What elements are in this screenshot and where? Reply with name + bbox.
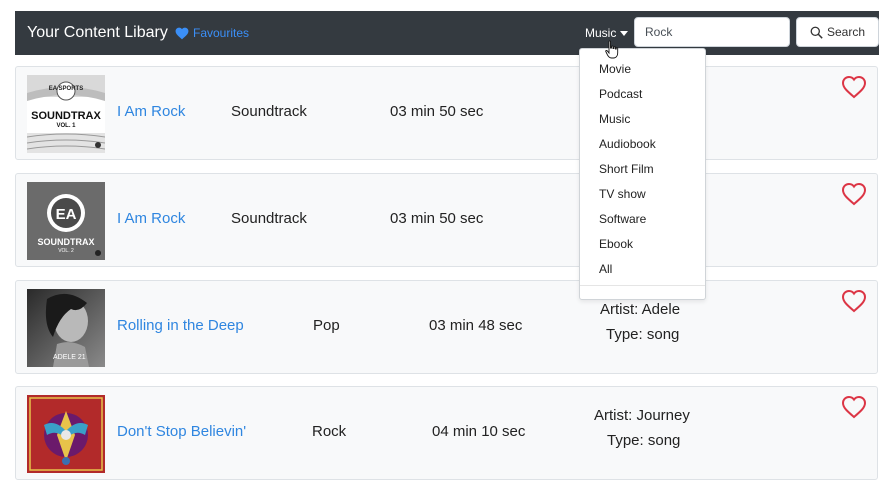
dropdown-item-short-film[interactable]: Short Film: [599, 162, 654, 176]
album-art-adele-21: ADELE 21: [27, 289, 105, 367]
album-art-journey: [27, 395, 105, 473]
dropdown-item-music[interactable]: Music: [599, 112, 630, 126]
content-card-2: EA SOUNDTRAX VOL. 2 I Am Rock Soundtrack…: [15, 173, 878, 267]
heart-outline-icon[interactable]: [841, 395, 867, 419]
content-card-1: EA SPORTS SOUNDTRAX VOL. 1 I Am Rock Sou…: [15, 66, 878, 160]
heart-outline-icon[interactable]: [841, 75, 867, 99]
heart-outline-icon[interactable]: [841, 289, 867, 313]
svg-text:SOUNDTRAX: SOUNDTRAX: [37, 237, 94, 247]
card-title[interactable]: Rolling in the Deep: [117, 317, 244, 334]
card-duration: 04 min 10 sec: [432, 423, 526, 440]
dropdown-item-tv-show[interactable]: TV show: [599, 187, 646, 201]
card-duration: 03 min 50 sec: [390, 103, 484, 120]
card-title[interactable]: I Am Rock: [117, 103, 185, 120]
card-duration: 03 min 48 sec: [429, 317, 523, 334]
category-dropdown-toggle[interactable]: Music: [585, 26, 629, 40]
card-genre: Rock: [312, 423, 347, 440]
content-card-3: ADELE 21 Rolling in the Deep Pop 03 min …: [15, 280, 878, 374]
category-label: Music: [585, 26, 617, 40]
svg-text:EA: EA: [56, 206, 77, 223]
dropdown-item-podcast[interactable]: Podcast: [599, 87, 642, 101]
album-art-soundtrax-vol1: EA SPORTS SOUNDTRAX VOL. 1: [27, 75, 105, 153]
card-genre: Pop: [313, 317, 340, 334]
card-duration: 03 min 50 sec: [390, 210, 484, 227]
svg-text:EA SPORTS: EA SPORTS: [49, 86, 83, 92]
search-icon: [810, 26, 823, 39]
svg-text:SOUNDTRAX: SOUNDTRAX: [31, 110, 101, 122]
dropdown-item-ebook[interactable]: Ebook: [599, 237, 633, 251]
card-type: Type: song: [606, 326, 680, 343]
card-title[interactable]: I Am Rock: [117, 210, 185, 227]
dropdown-item-software[interactable]: Software: [599, 212, 646, 226]
content-card-4: Don't Stop Believin' Rock 04 min 10 sec …: [15, 386, 878, 480]
album-art-soundtrax-vol2: EA SOUNDTRAX VOL. 2: [27, 182, 105, 260]
favourites-label: Favourites: [193, 26, 250, 40]
search-button-label: Search: [826, 25, 866, 39]
svg-text:VOL. 1: VOL. 1: [56, 123, 76, 129]
navbar: Your Content Libary Favourites Music Sea…: [15, 11, 879, 55]
caret-down-icon: [620, 30, 629, 36]
card-type: Type: song: [607, 432, 681, 449]
dropdown-item-movie[interactable]: Movie: [599, 62, 631, 76]
card-genre: Soundtrack: [231, 103, 307, 120]
card-genre: Soundtrack: [231, 210, 307, 227]
category-dropdown-menu: Movie Podcast Music Audiobook Short Film…: [579, 48, 706, 300]
dropdown-divider: [580, 285, 705, 286]
svg-text:ADELE 21: ADELE 21: [53, 354, 86, 361]
card-title[interactable]: Don't Stop Believin': [117, 423, 246, 440]
card-artist: Artist: Journey: [594, 407, 690, 424]
brand-title[interactable]: Your Content Libary: [27, 24, 168, 42]
heart-outline-icon[interactable]: [841, 182, 867, 206]
search-input[interactable]: [634, 17, 790, 47]
dropdown-item-audiobook[interactable]: Audiobook: [599, 137, 656, 151]
card-artist: Artist: Adele: [600, 301, 681, 318]
heart-filled-icon: [175, 27, 189, 39]
svg-text:VOL. 2: VOL. 2: [58, 248, 74, 254]
favourites-link[interactable]: Favourites: [175, 26, 249, 40]
search-button[interactable]: Search: [796, 17, 879, 47]
dropdown-item-all[interactable]: All: [599, 262, 612, 276]
hand-pointer-cursor-icon: [605, 40, 619, 59]
